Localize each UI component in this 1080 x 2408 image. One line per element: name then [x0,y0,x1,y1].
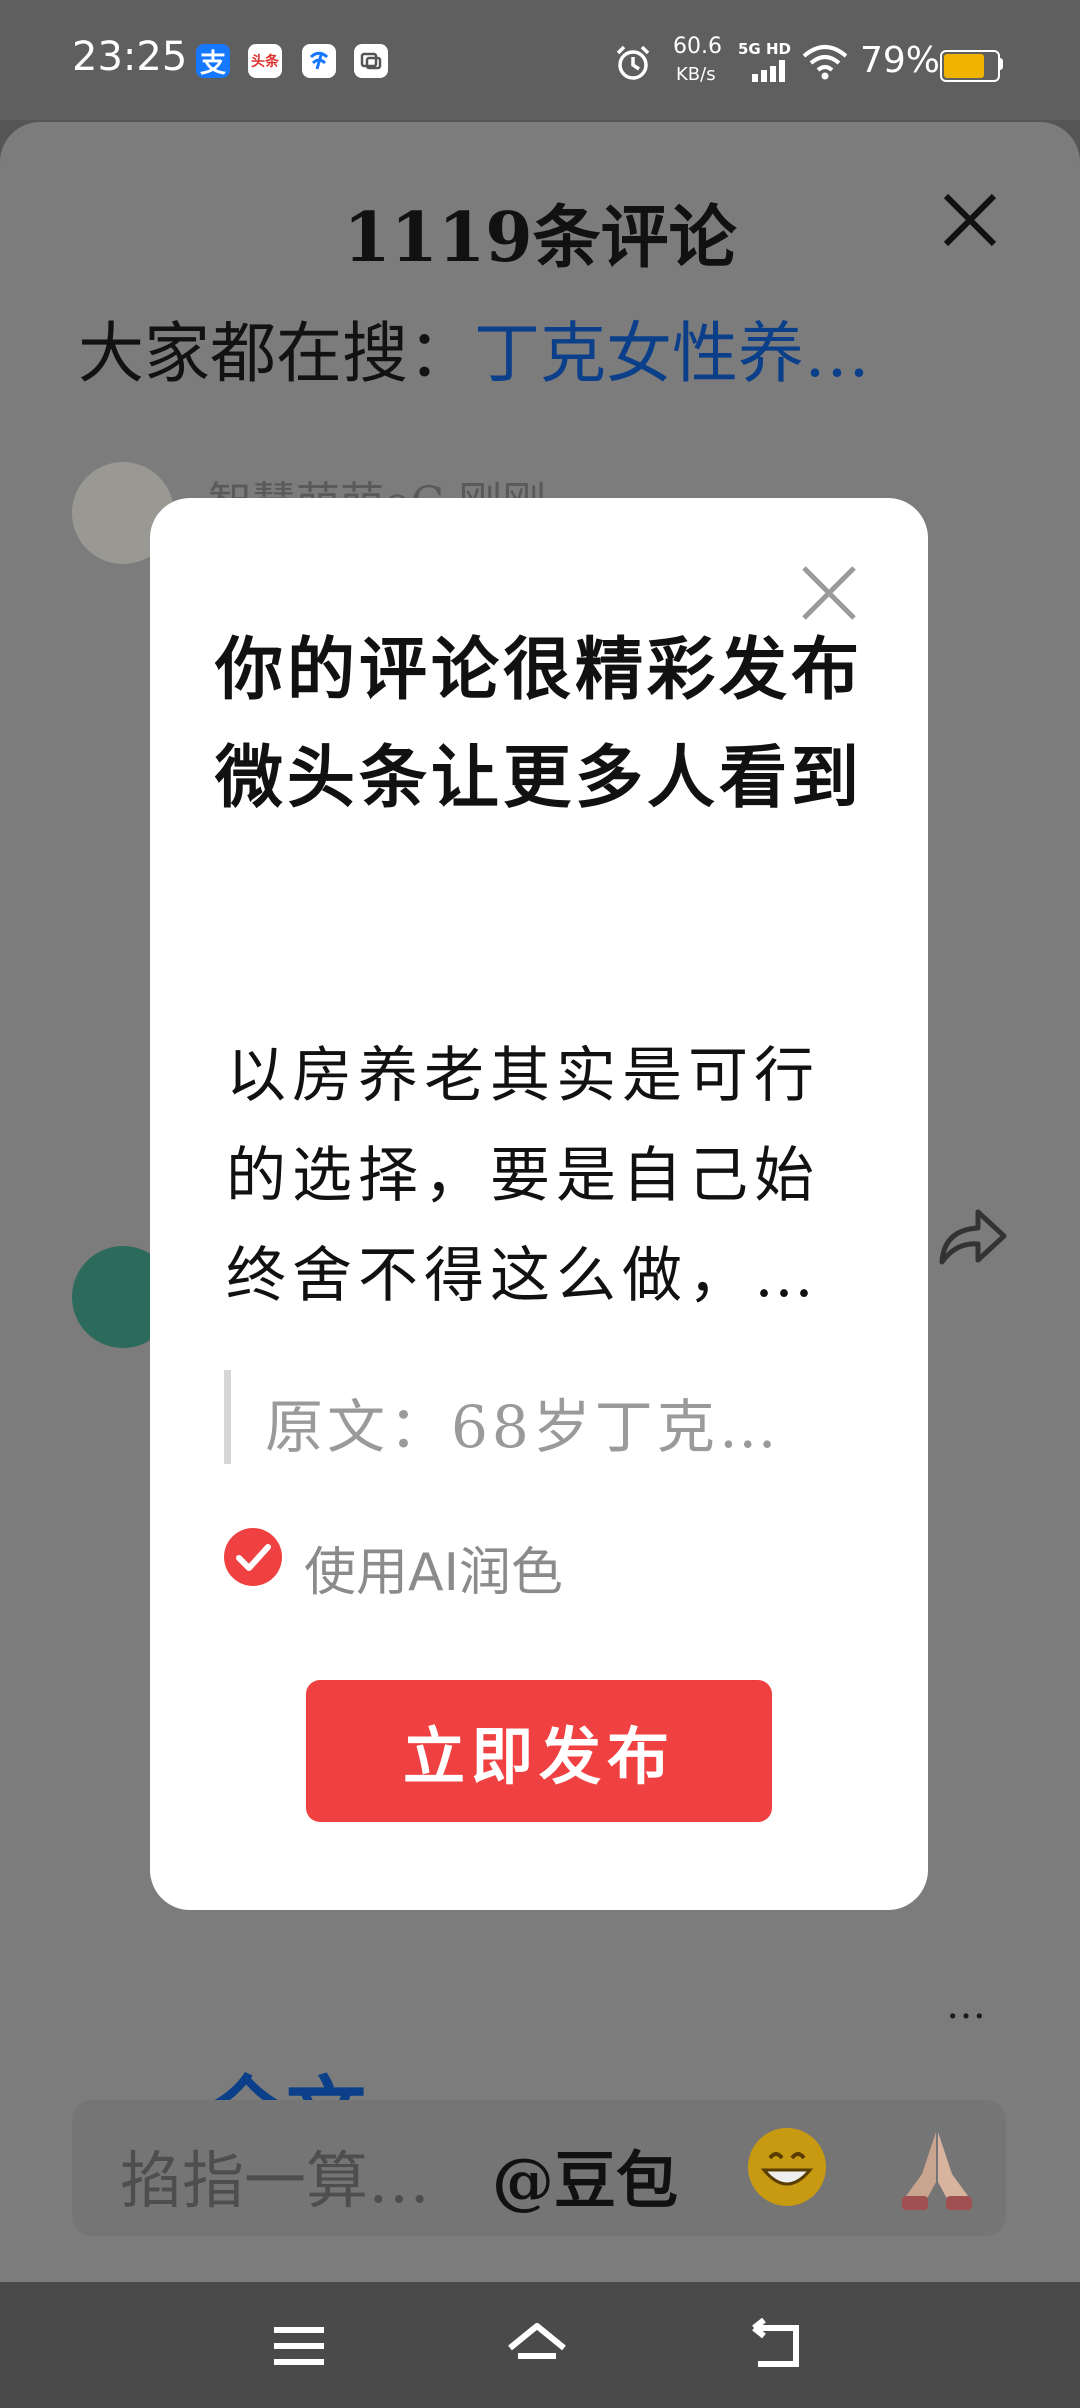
comment-input-bar[interactable]: 掐指一算… @豆包 [72,2100,1006,2236]
grin-emoji-icon[interactable] [748,2128,826,2206]
net-speed-unit: KB/s [676,64,716,85]
hot-search-link[interactable]: 丁克女性养… [474,315,870,392]
battery-fill [944,54,985,78]
ai-polish-label[interactable]: 使用AI润色 [304,1530,563,1605]
hot-search-prefix: 大家都在搜： [78,315,474,392]
original-article-quote: 原文：68岁丁克… [224,1370,791,1464]
hot-search-row[interactable]: 大家都在搜：丁克女性养… [78,300,870,396]
back-icon[interactable] [744,2318,810,2374]
alarm-icon [616,45,650,80]
publish-dialog: 你的评论很精彩发布微头条让更多人看到 以房养老其实是可行的选择，要是自己始终舍不… [150,498,928,1910]
message-icon [354,44,388,78]
publish-button[interactable]: 立即发布 [306,1680,772,1822]
checkbox-checked-icon[interactable] [224,1528,282,1586]
share-icon[interactable] [934,1202,1010,1272]
network-type: 5G HD [738,40,791,58]
dialog-comment-text: 以房养老其实是可行的选择，要是自己始终舍不得这么做，… [226,1041,820,1311]
close-icon[interactable] [940,190,1000,250]
battery-icon [940,50,1000,82]
dialog-close-icon[interactable] [798,562,860,624]
comments-title: 1119条评论 [343,198,737,278]
mention-button[interactable]: @豆包 [492,2130,678,2220]
toutiao-icon: 头条 [248,44,282,78]
status-bar: 23:25 支 头条 60.6 KB/s 5G HD 79% [0,0,1080,120]
navigation-bar [0,2282,1080,2408]
toutiao-label: 头条 [251,54,279,70]
battery-tip [998,58,1003,70]
pray-emoji-icon[interactable] [892,2126,982,2212]
alipay-icon: 支 [196,44,230,79]
quote-text: 原文：68岁丁克… [265,1393,781,1461]
comment-input[interactable]: 掐指一算… [120,2130,430,2220]
battery-percent: 79% [860,40,941,81]
signal-icon [752,60,785,82]
status-time: 23:25 [72,34,188,80]
telecom-icon [302,44,336,78]
wifi-icon [802,45,848,80]
net-speed-value: 60.6 [673,34,722,59]
home-icon[interactable] [504,2318,570,2374]
menu-icon[interactable] [266,2318,332,2374]
dialog-title: 你的评论很精彩发布微头条让更多人看到 [214,630,863,818]
more-icon[interactable]: … [946,1982,988,2028]
